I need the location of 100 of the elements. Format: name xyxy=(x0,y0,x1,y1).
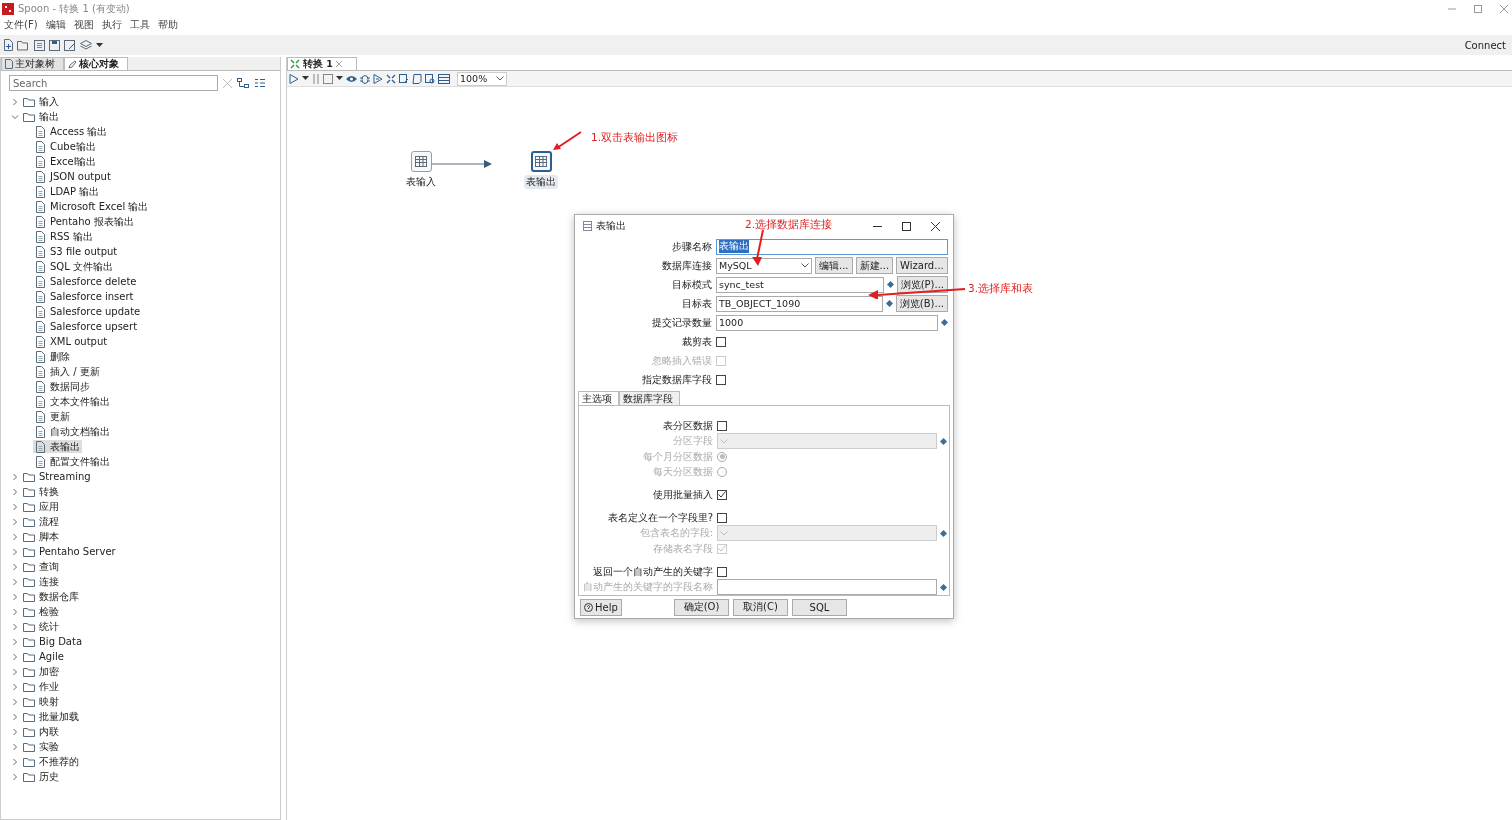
tree-folder[interactable]: Streaming xyxy=(39,471,91,482)
tree-item[interactable]: Microsoft Excel 输出 xyxy=(33,200,151,213)
chevron-right-icon[interactable] xyxy=(11,577,19,586)
checkbox[interactable] xyxy=(717,512,727,523)
chevron-right-icon[interactable] xyxy=(11,667,19,676)
menu-item[interactable]: 帮助 xyxy=(157,18,178,32)
dialog-button[interactable]: 确定(O) xyxy=(674,598,729,616)
chevron-right-icon[interactable] xyxy=(11,682,19,691)
layers-icon[interactable] xyxy=(80,40,92,50)
tree-item[interactable]: Cube输出 xyxy=(33,140,98,153)
text-field[interactable]: TB_OBJECT_1090 xyxy=(716,295,883,312)
tree-item[interactable]: 配置文件输出 xyxy=(33,455,112,468)
collapse-list-icon[interactable] xyxy=(254,78,266,88)
chevron-right-icon[interactable] xyxy=(11,517,19,526)
tree-item[interactable]: 更新 xyxy=(33,410,72,423)
tree-folder[interactable]: 映射 xyxy=(39,694,59,709)
tree-item[interactable]: 删除 xyxy=(33,350,72,363)
tree-item[interactable]: LDAP 输出 xyxy=(33,185,102,198)
chevron-right-icon[interactable] xyxy=(11,502,19,511)
panel-tab[interactable]: 核心对象 xyxy=(64,57,128,70)
chevron-right-icon[interactable] xyxy=(11,727,19,736)
tree-item[interactable]: 自动文档输出 xyxy=(33,425,112,438)
chevron-right-icon[interactable] xyxy=(11,547,19,556)
tree-item[interactable]: SQL 文件输出 xyxy=(33,260,115,273)
text-field[interactable] xyxy=(717,579,937,595)
tree-folder[interactable]: 查询 xyxy=(39,559,59,574)
dialog-button[interactable]: 取消(C) xyxy=(733,598,788,616)
tree-folder[interactable]: 不推荐的 xyxy=(39,754,79,769)
tree-folder[interactable]: 应用 xyxy=(39,499,59,514)
connect-button[interactable]: Connect xyxy=(1464,39,1506,51)
tree-item[interactable]: Salesforce delete xyxy=(33,275,139,288)
open-folder-icon[interactable] xyxy=(17,39,30,51)
tree-folder[interactable]: 输入 xyxy=(39,94,59,109)
checkbox[interactable] xyxy=(717,566,727,577)
tree-item[interactable]: Salesforce update xyxy=(33,305,143,318)
checkbox[interactable] xyxy=(717,420,727,431)
tree-item[interactable]: 文本文件输出 xyxy=(33,395,112,408)
chevron-right-icon[interactable] xyxy=(11,472,19,481)
play-icon[interactable] xyxy=(289,73,299,84)
chevron-right-icon[interactable] xyxy=(11,742,19,751)
table-step-node[interactable] xyxy=(530,151,552,172)
chevron-down-icon[interactable] xyxy=(11,112,19,121)
tree-folder[interactable]: 输出 xyxy=(39,109,59,124)
dialog-button[interactable]: 新建... xyxy=(855,257,894,274)
tree-item[interactable]: 插入 / 更新 xyxy=(33,365,102,378)
maximize-icon[interactable] xyxy=(902,221,911,231)
dialog-button[interactable]: Wizard... xyxy=(896,257,948,274)
text-field[interactable]: sync_test xyxy=(716,276,884,293)
chevron-right-icon[interactable] xyxy=(11,592,19,601)
chevron-right-icon[interactable] xyxy=(11,532,19,541)
caret-icon[interactable] xyxy=(96,42,103,48)
tree-folder[interactable]: 历史 xyxy=(39,769,59,784)
editor-tab[interactable]: 转换 1 xyxy=(287,57,357,70)
dialog-button[interactable]: 编辑... xyxy=(815,257,853,274)
chevron-right-icon[interactable] xyxy=(11,97,19,106)
tree-item[interactable]: Salesforce upsert xyxy=(33,320,140,333)
caret-icon[interactable] xyxy=(302,76,309,81)
tree-item[interactable]: S3 file output xyxy=(33,245,120,258)
expand-tree-icon[interactable] xyxy=(237,78,249,88)
tree-item[interactable]: Excel输出 xyxy=(33,155,99,168)
table-step-node[interactable] xyxy=(410,151,432,172)
dropdown-chevron-icon[interactable] xyxy=(801,263,809,268)
checkbox[interactable] xyxy=(716,374,726,385)
text-field[interactable]: 表输出 xyxy=(716,238,948,255)
tree-item[interactable]: 表输出 xyxy=(33,440,82,453)
chevron-right-icon[interactable] xyxy=(11,757,19,766)
tree-folder[interactable]: 实验 xyxy=(39,739,59,754)
chevron-right-icon[interactable] xyxy=(11,487,19,496)
menu-item[interactable]: 文件(F) xyxy=(4,18,38,32)
new-file-icon[interactable] xyxy=(3,39,13,51)
chevron-right-icon[interactable] xyxy=(11,622,19,631)
dropdown-chevron-icon[interactable] xyxy=(496,76,504,81)
dropdown-field[interactable]: MySQL xyxy=(716,257,812,274)
dialog-button[interactable]: SQL xyxy=(792,598,847,616)
tree-folder[interactable]: Pentaho Server xyxy=(39,546,116,557)
tree-folder[interactable]: 批量加载 xyxy=(39,709,79,724)
checkbox[interactable] xyxy=(716,336,726,347)
tree-folder[interactable]: 脚本 xyxy=(39,529,59,544)
tree-item[interactable]: Pentaho 报表输出 xyxy=(33,215,136,228)
tree-item[interactable]: XML output xyxy=(33,335,110,348)
close-icon[interactable] xyxy=(931,221,940,231)
chevron-right-icon[interactable] xyxy=(11,607,19,616)
tree-folder[interactable]: 数据仓库 xyxy=(39,589,79,604)
list-page-icon[interactable] xyxy=(34,39,45,51)
chevron-right-icon[interactable] xyxy=(11,697,19,706)
help-button[interactable]: Help xyxy=(580,598,622,616)
save-icon[interactable] xyxy=(49,39,60,51)
tree-folder[interactable]: 作业 xyxy=(39,679,59,694)
dialog-button[interactable]: 浏览(B)... xyxy=(895,295,948,312)
search-field[interactable]: Search xyxy=(9,75,218,91)
tree-folder[interactable]: 转换 xyxy=(39,484,59,499)
checkbox[interactable] xyxy=(717,489,727,500)
tree-folder[interactable]: 加密 xyxy=(39,664,59,679)
menu-item[interactable]: 执行 xyxy=(101,18,122,32)
tree-item[interactable]: 数据同步 xyxy=(33,380,92,393)
menu-item[interactable]: 编辑 xyxy=(45,18,66,32)
chevron-right-icon[interactable] xyxy=(11,772,19,781)
caret-icon[interactable] xyxy=(336,76,343,81)
chevron-right-icon[interactable] xyxy=(11,562,19,571)
tree-item[interactable]: Access 输出 xyxy=(33,125,110,138)
